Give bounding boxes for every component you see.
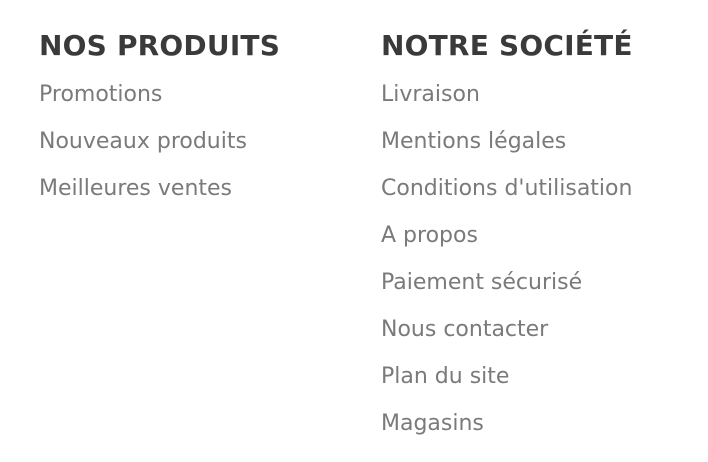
company-heading: NOTRE SOCIÉTÉ [381,29,633,62]
link-promotions[interactable]: Promotions [39,79,339,126]
link-conditions-utilisation[interactable]: Conditions d'utilisation [381,173,701,220]
products-column: NOS PRODUITS Promotions Nouveaux produit… [39,28,339,220]
link-livraison[interactable]: Livraison [381,79,701,126]
link-paiement-securise[interactable]: Paiement sécurisé [381,267,701,314]
link-mentions-legales[interactable]: Mentions légales [381,126,701,173]
footer-links: NOS PRODUITS Promotions Nouveaux produit… [0,0,708,462]
link-meilleures-ventes[interactable]: Meilleures ventes [39,173,339,220]
link-magasins[interactable]: Magasins [381,408,701,455]
products-link-list: Promotions Nouveaux produits Meilleures … [39,79,339,220]
link-plan-du-site[interactable]: Plan du site [381,361,701,408]
link-nouveaux-produits[interactable]: Nouveaux produits [39,126,339,173]
company-link-list: Livraison Mentions légales Conditions d'… [381,79,701,455]
company-column: NOTRE SOCIÉTÉ Livraison Mentions légales… [381,28,701,455]
link-nous-contacter[interactable]: Nous contacter [381,314,701,361]
link-a-propos[interactable]: A propos [381,220,701,267]
products-heading: NOS PRODUITS [39,29,281,62]
